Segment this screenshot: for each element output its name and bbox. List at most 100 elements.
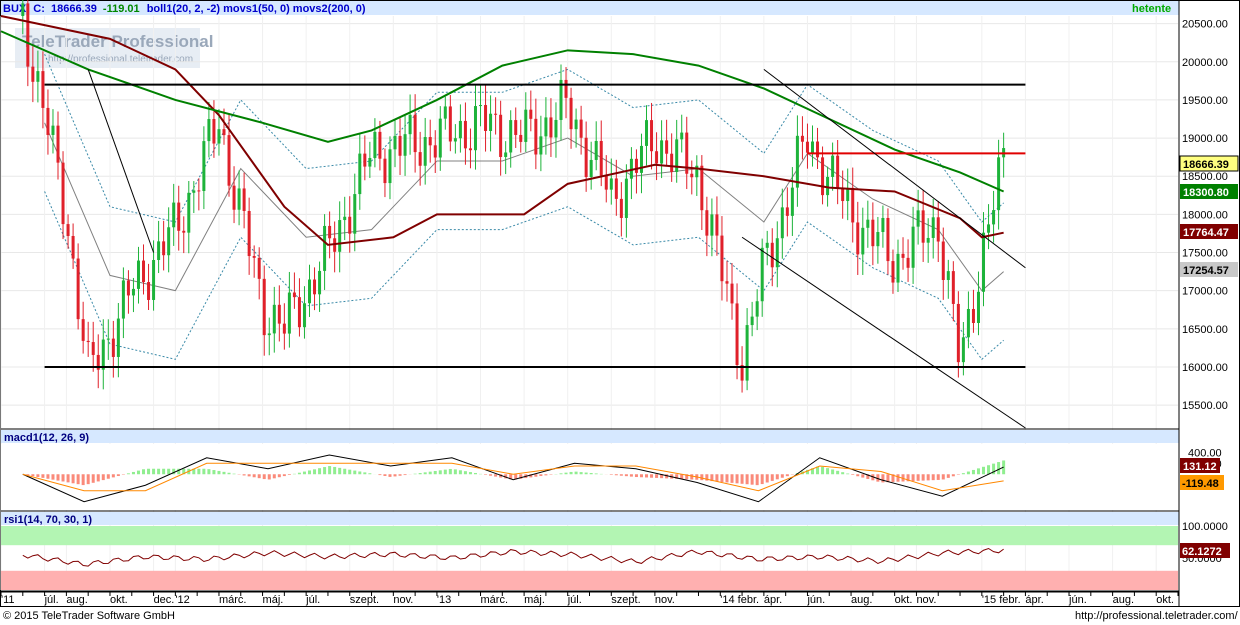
candle-body xyxy=(941,241,945,280)
candle-body xyxy=(217,129,221,144)
macd-histogram-bar xyxy=(378,474,382,476)
candle-body xyxy=(579,119,583,138)
watermark-url: http://professional.teletrader.com xyxy=(48,54,193,65)
macd-histogram-bar xyxy=(720,474,724,482)
time-axis: '11 júl. aug. okt. dec. '12 márc. máj. júl. szept… xyxy=(0,591,1179,606)
macd-panel: 400.00200.00 xyxy=(1,444,1222,510)
candle-body xyxy=(313,279,317,295)
candle-body xyxy=(408,114,412,135)
macd-histogram-bar xyxy=(282,474,286,477)
candle-body xyxy=(821,157,825,196)
macd-histogram-bar xyxy=(358,471,362,475)
candle-body xyxy=(594,140,598,160)
candle-body xyxy=(453,138,457,142)
candle-body xyxy=(770,242,774,268)
macd-histogram-bar xyxy=(56,474,60,481)
macd-histogram-bar xyxy=(881,474,885,483)
macd-histogram-bar xyxy=(745,474,749,485)
candle-body xyxy=(951,271,955,304)
candle-body xyxy=(71,235,75,259)
candle-body xyxy=(589,159,593,177)
macd-histogram-bar xyxy=(735,474,739,484)
candle-body xyxy=(187,192,191,233)
macd-histogram-bar xyxy=(363,472,367,475)
candle-body xyxy=(21,3,25,16)
macd-histogram-bar xyxy=(629,474,633,477)
candle-body xyxy=(458,120,462,139)
rsi-oversold-zone xyxy=(1,570,1178,590)
candle-body xyxy=(192,190,196,193)
macd-histogram-bar xyxy=(152,468,156,475)
candle-body xyxy=(172,202,176,228)
time-tick-label: ápr. xyxy=(1025,594,1043,606)
macd-histogram-bar xyxy=(614,474,618,476)
candle-body xyxy=(645,120,649,146)
rsi-tick-label: 100.0000 xyxy=(1182,521,1228,533)
macd-histogram-bar xyxy=(413,473,417,475)
candle-body xyxy=(86,340,90,343)
macd-histogram-bar xyxy=(836,470,840,475)
macd-histogram-bar xyxy=(856,474,860,477)
candle-body xyxy=(433,145,437,158)
macd-histogram-bar xyxy=(645,474,649,478)
candle-body xyxy=(81,319,85,341)
macd-histogram-bar xyxy=(167,468,171,475)
candle-body xyxy=(448,106,452,142)
candle-body xyxy=(499,114,503,157)
candle-body xyxy=(790,187,794,216)
macd-histogram-bar xyxy=(328,466,332,475)
candle-body xyxy=(831,155,835,177)
svg-text:18300.80: 18300.80 xyxy=(1183,187,1229,199)
time-tick-label: '13 xyxy=(437,594,451,606)
time-tick-label: nov. xyxy=(655,594,675,606)
macd-histogram-bar xyxy=(494,474,498,477)
macd-histogram-bar xyxy=(222,471,226,475)
macd-histogram-bar xyxy=(46,474,50,479)
candle-body xyxy=(368,157,372,167)
candle-body xyxy=(891,261,895,283)
macd-histogram-bar xyxy=(821,466,825,475)
macd-histogram-bar xyxy=(574,471,578,475)
candle-body xyxy=(992,210,996,225)
time-tick-label: okt. xyxy=(895,594,913,606)
price-tick-label: 15500.00 xyxy=(1182,400,1228,412)
ma50-badge: 18300.80 xyxy=(1180,184,1238,199)
macd-histogram-bar xyxy=(348,469,352,475)
macd-histogram-bar xyxy=(846,473,850,475)
copyright-text: © 2015 TeleTrader Software GmbH xyxy=(3,610,175,622)
candle-body xyxy=(479,105,483,107)
macd-histogram-bar xyxy=(961,473,965,475)
candle-body xyxy=(725,281,729,284)
candle-body xyxy=(665,140,669,154)
candle-body xyxy=(650,120,654,152)
candle-body xyxy=(91,342,95,355)
candle-body xyxy=(443,106,447,119)
macd-histogram-bar xyxy=(262,474,266,480)
time-tick-label: '14 febr. xyxy=(720,594,759,606)
candle-body xyxy=(886,217,890,262)
macd-histogram-bar xyxy=(111,474,115,478)
candle-body xyxy=(242,188,246,211)
candle-body xyxy=(509,120,513,153)
macd-histogram-bar xyxy=(333,466,337,475)
macd-histogram-bar xyxy=(353,470,357,475)
price-tick-label: 18500.00 xyxy=(1182,171,1228,183)
candle-body xyxy=(851,187,855,223)
macd-header xyxy=(1,430,1179,443)
price-badge: 18666.39 xyxy=(1179,155,1239,172)
macd-histogram-bar xyxy=(946,474,950,478)
macd-histogram-bar xyxy=(51,474,55,480)
macd-histogram-bar xyxy=(443,469,447,475)
candle-body xyxy=(26,3,30,67)
candle-body xyxy=(277,304,281,324)
macd-histogram-bar xyxy=(41,474,45,478)
macd-histogram-bar xyxy=(131,471,135,475)
macd-histogram-bar xyxy=(287,474,291,475)
time-tick-label: '11 xyxy=(1,594,15,606)
candle-body xyxy=(876,232,880,247)
macd-histogram-bar xyxy=(81,474,85,486)
macd-histogram-bar xyxy=(559,473,563,475)
macd-histogram-bar xyxy=(775,474,779,480)
time-tick-label: márc. xyxy=(219,594,247,606)
candle-body xyxy=(403,134,407,156)
